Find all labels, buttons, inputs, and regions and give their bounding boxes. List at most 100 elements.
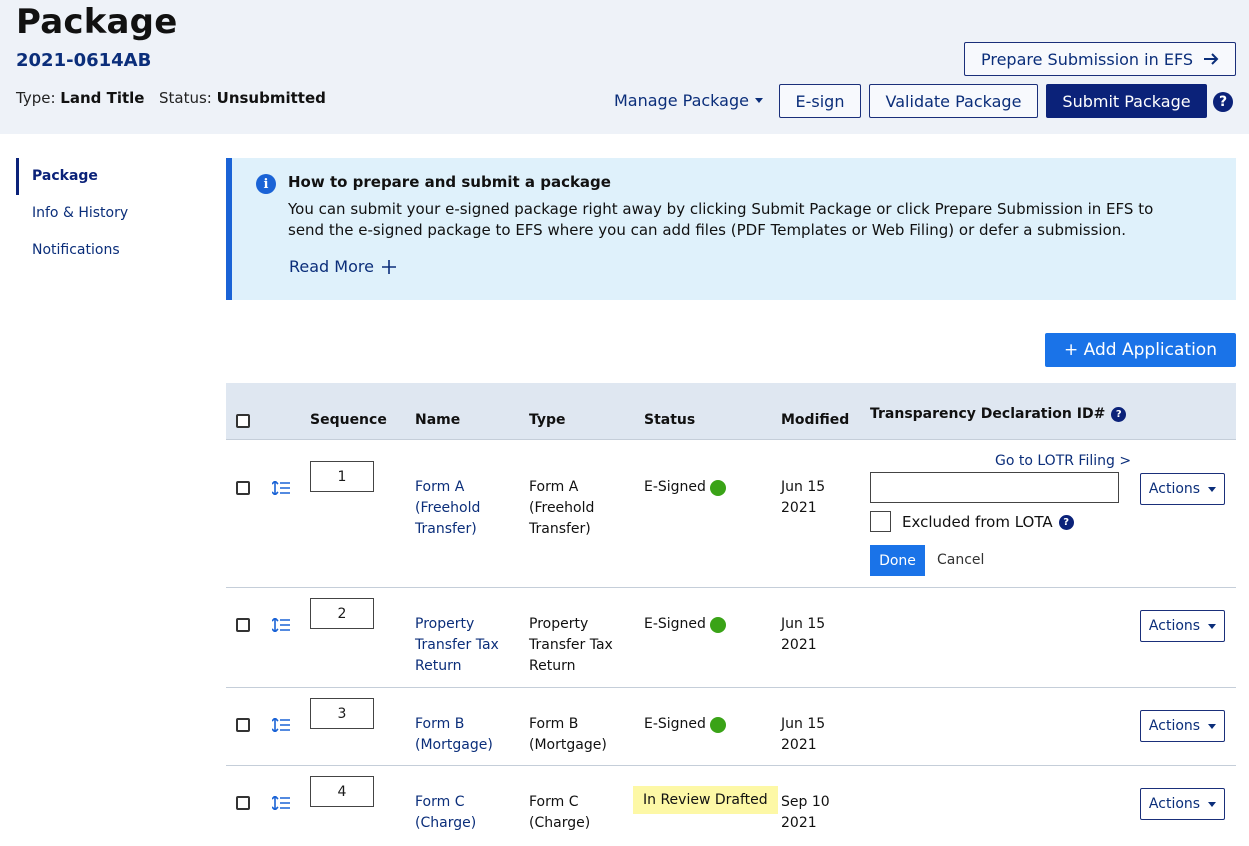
- table-row: 3 Form B (Mortgage) Form B (Mortgage) E-…: [226, 688, 1236, 766]
- help-icon[interactable]: ?: [1058, 514, 1074, 530]
- sequence-input[interactable]: 4: [310, 776, 374, 807]
- name-line: Transfer): [415, 521, 477, 537]
- row-checkbox[interactable]: [236, 481, 250, 495]
- applications-table: Sequence Name Type Status Modified Trans…: [226, 383, 1236, 846]
- application-type: Form C (Charge): [529, 792, 590, 834]
- reorder-icon[interactable]: [272, 481, 290, 495]
- reorder-icon[interactable]: [272, 618, 290, 632]
- header-transparency-label: Transparency Declaration ID#: [870, 406, 1106, 422]
- row-checkbox[interactable]: [236, 618, 250, 632]
- status-cell: E-Signed: [644, 614, 726, 635]
- table-row: 4 Form C (Charge) Form C (Charge) In Rev…: [226, 766, 1236, 846]
- table-row: 2 Property Transfer Tax Return Property …: [226, 588, 1236, 688]
- type-line: (Freehold: [529, 500, 595, 516]
- name-line: (Freehold: [415, 500, 481, 516]
- info-icon: i: [256, 174, 276, 194]
- chevron-down-icon: [1208, 801, 1217, 807]
- application-type: Property Transfer Tax Return: [529, 614, 613, 677]
- header-type: Type: [529, 412, 566, 428]
- type-line: Form A: [529, 479, 579, 495]
- type-line: (Mortgage): [529, 737, 607, 753]
- type-value: Land Title: [60, 89, 145, 107]
- header-modified: Modified: [781, 412, 850, 428]
- status-cell: E-Signed: [644, 477, 726, 498]
- header-transparency: Transparency Declaration ID# ?: [870, 406, 1127, 422]
- info-banner: i How to prepare and submit a package Yo…: [226, 158, 1236, 300]
- cancel-button[interactable]: Cancel: [937, 552, 984, 568]
- type-line: Form C: [529, 794, 579, 810]
- modified-date: Sep 10 2021: [781, 792, 830, 834]
- page-title: Package: [16, 2, 178, 42]
- modified-date: Jun 15 2021: [781, 477, 825, 519]
- header-status: Status: [644, 412, 696, 428]
- info-body: You can submit your e-signed package rig…: [288, 200, 1154, 239]
- manage-package-label: Manage Package: [614, 91, 749, 110]
- application-name-link[interactable]: Form A (Freehold Transfer): [415, 477, 480, 540]
- go-to-lotr-filing-link[interactable]: Go to LOTR Filing >: [995, 453, 1131, 469]
- excluded-from-lota: Excluded from LOTA ?: [902, 513, 1074, 531]
- sequence-input[interactable]: 3: [310, 698, 374, 729]
- actions-dropdown[interactable]: Actions: [1140, 788, 1225, 820]
- reorder-icon[interactable]: [272, 796, 290, 810]
- package-type: Type: Land Title: [16, 89, 144, 107]
- name-line: Form C: [415, 794, 465, 810]
- signed-status-dot-icon: [709, 479, 726, 496]
- row-checkbox[interactable]: [236, 796, 250, 810]
- modified-line: 2021: [781, 637, 817, 653]
- status-text: E-Signed: [644, 479, 706, 495]
- esign-button[interactable]: E-sign: [779, 84, 861, 118]
- excluded-from-lota-checkbox[interactable]: [870, 511, 891, 532]
- name-line: Return: [415, 658, 462, 674]
- excluded-from-lota-label: Excluded from LOTA: [902, 513, 1053, 531]
- select-all-checkbox[interactable]: [236, 414, 250, 428]
- help-icon[interactable]: ?: [1213, 92, 1233, 112]
- done-button[interactable]: Done: [870, 545, 925, 576]
- type-line: Transfer): [529, 521, 591, 537]
- status-value: Unsubmitted: [216, 89, 326, 107]
- help-icon[interactable]: ?: [1111, 406, 1127, 422]
- chevron-down-icon: [1208, 623, 1217, 629]
- row-checkbox[interactable]: [236, 718, 250, 732]
- status-text: E-Signed: [644, 616, 706, 632]
- sidebar-item-notifications[interactable]: Notifications: [16, 232, 196, 269]
- name-line: Form A: [415, 479, 465, 495]
- prepare-submission-label: Prepare Submission in EFS: [980, 49, 1194, 69]
- prepare-submission-button[interactable]: Prepare Submission in EFS: [964, 42, 1236, 76]
- status-label: Status:: [159, 89, 212, 107]
- name-line: (Mortgage): [415, 737, 493, 753]
- sidebar-item-package[interactable]: Package: [16, 158, 196, 195]
- modified-date: Jun 15 2021: [781, 614, 825, 656]
- actions-label: Actions: [1148, 718, 1201, 734]
- read-more-link[interactable]: Read More: [289, 257, 396, 276]
- side-navigation: Package Info & History Notifications: [16, 158, 196, 269]
- name-line: Form B: [415, 716, 465, 732]
- modified-line: Jun 15: [781, 479, 826, 495]
- sequence-input[interactable]: 1: [310, 461, 374, 492]
- application-name-link[interactable]: Property Transfer Tax Return: [415, 614, 499, 677]
- modified-line: Sep 10: [781, 794, 830, 810]
- actions-dropdown[interactable]: Actions: [1140, 710, 1225, 742]
- modified-line: 2021: [781, 500, 817, 516]
- sidebar-item-info-history[interactable]: Info & History: [16, 195, 196, 232]
- type-line: (Charge): [529, 815, 591, 831]
- manage-package-dropdown[interactable]: Manage Package: [614, 91, 763, 110]
- name-line: Transfer Tax: [415, 637, 499, 653]
- reorder-icon[interactable]: [272, 718, 290, 732]
- submit-package-button[interactable]: Submit Package: [1046, 84, 1207, 118]
- application-name-link[interactable]: Form B (Mortgage): [415, 714, 493, 756]
- application-name-link[interactable]: Form C (Charge): [415, 792, 476, 834]
- validate-package-button[interactable]: Validate Package: [869, 84, 1038, 118]
- info-title: How to prepare and submit a package: [288, 173, 611, 191]
- actions-dropdown[interactable]: Actions: [1140, 473, 1225, 505]
- page-header: Package 2021-0614AB Type: Land Title Sta…: [0, 0, 1249, 134]
- actions-dropdown[interactable]: Actions: [1140, 610, 1225, 642]
- name-line: Property: [415, 616, 475, 632]
- chevron-down-icon: [754, 98, 763, 103]
- add-application-button[interactable]: + Add Application: [1045, 333, 1236, 367]
- actions-label: Actions: [1148, 796, 1201, 812]
- transparency-id-input[interactable]: [870, 472, 1119, 503]
- name-line: (Charge): [415, 815, 477, 831]
- package-id: 2021-0614AB: [16, 50, 152, 71]
- sequence-input[interactable]: 2: [310, 598, 374, 629]
- package-status: Status: Unsubmitted: [159, 89, 326, 107]
